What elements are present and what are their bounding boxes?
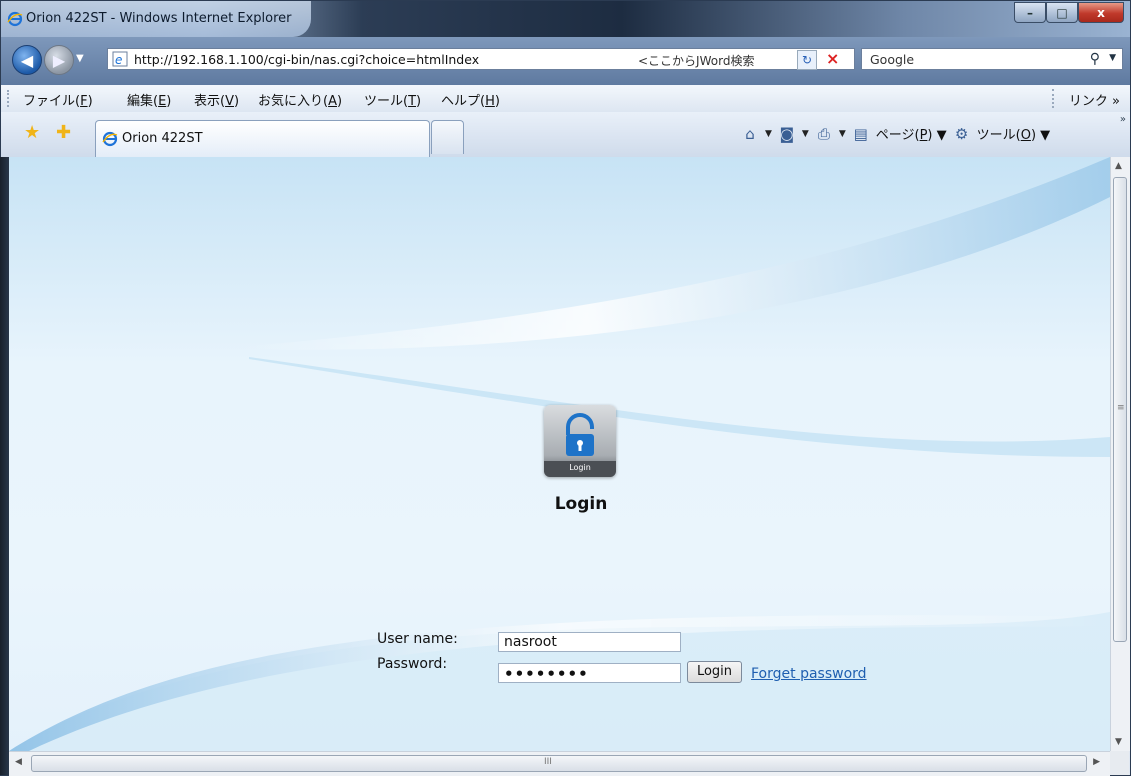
scroll-right-arrow-icon[interactable]: ▶ — [1093, 757, 1100, 767]
scroll-up-arrow-icon[interactable]: ▲ — [1115, 161, 1122, 171]
horizontal-scrollbar[interactable]: ◀ III ▶ — [9, 751, 1110, 776]
page-icon: e — [112, 51, 128, 67]
history-dropdown-icon[interactable]: ▼ — [76, 53, 84, 64]
tab-label: Orion 422ST — [122, 131, 203, 146]
window-title: Orion 422ST - Windows Internet Explorer — [26, 11, 292, 26]
menu-edit[interactable]: 編集(E) — [127, 90, 171, 109]
refresh-icon[interactable]: ↻ — [797, 50, 817, 70]
feeds-dropdown-icon[interactable]: ▼ — [802, 129, 809, 139]
links-button[interactable]: リンク » — [1069, 90, 1120, 109]
scroll-down-arrow-icon[interactable]: ▼ — [1115, 737, 1122, 747]
menu-bar: ファイル(F) 編集(E) 表示(V) お気に入り(A) ツール(T) ヘルプ(… — [1, 85, 1130, 113]
page-menu-icon[interactable]: ▤ — [852, 125, 870, 143]
jword-search-label[interactable]: <ここからJWord検索 — [638, 52, 754, 69]
menu-help[interactable]: ヘルプ(H) — [441, 90, 500, 109]
ie-icon — [102, 131, 118, 147]
window-left-edge — [0, 157, 9, 775]
username-field[interactable]: nasroot — [498, 632, 681, 652]
toolbar-grip[interactable] — [7, 90, 12, 107]
horizontal-scroll-thumb[interactable]: III — [31, 755, 1087, 772]
add-favorite-icon[interactable]: ✚ — [56, 122, 71, 143]
title-bar[interactable]: Orion 422ST - Windows Internet Explorer … — [1, 1, 1130, 37]
minimize-button[interactable]: – — [1014, 2, 1046, 23]
forget-password-link[interactable]: Forget password — [751, 666, 867, 682]
maximize-button[interactable]: □ — [1046, 2, 1078, 23]
menu-tools[interactable]: ツール(T) — [364, 90, 421, 109]
page-menu[interactable]: ページ(P) ▼ — [876, 124, 947, 143]
close-button[interactable]: x — [1078, 2, 1124, 23]
search-dropdown-icon[interactable]: ▼ — [1109, 53, 1116, 63]
scroll-left-arrow-icon[interactable]: ◀ — [15, 757, 22, 767]
menu-view[interactable]: 表示(V) — [194, 90, 239, 109]
vertical-thumb-grip: ≡ — [1117, 403, 1125, 413]
url-text[interactable]: http://192.168.1.100/cgi-bin/nas.cgi?cho… — [134, 52, 479, 67]
gear-icon[interactable]: ⚙ — [953, 125, 971, 143]
password-field[interactable]: •••••••• — [498, 663, 681, 683]
address-row: ◀ ▶ ▼ e http://192.168.1.100/cgi-bin/nas… — [1, 37, 1130, 85]
print-icon[interactable]: ⎙ — [815, 125, 833, 143]
new-tab-button[interactable] — [431, 120, 464, 154]
home-dropdown-icon[interactable]: ▼ — [765, 129, 772, 139]
tab-orion[interactable]: Orion 422ST — [95, 120, 430, 157]
vertical-scrollbar[interactable]: ▲ ≡ ▼ — [1110, 157, 1130, 751]
back-button[interactable]: ◀ — [12, 45, 42, 75]
favorites-center-icon[interactable]: ★ — [24, 122, 40, 143]
search-box[interactable]: Google ⚲ ▼ — [861, 48, 1123, 70]
login-heading: Login — [554, 494, 608, 514]
tab-bar: ★ ✚ Orion 422ST ⌂ ▼ ◙ ▼ ⎙ ▼ ▤ ページ(P) ▼ ⚙ ツー… — [1, 112, 1130, 158]
home-icon[interactable]: ⌂ — [741, 125, 759, 143]
stop-icon[interactable]: × — [826, 49, 839, 68]
lock-icon-caption: Login — [569, 463, 591, 472]
feeds-icon[interactable]: ◙ — [778, 125, 796, 143]
links-separator — [1052, 89, 1054, 108]
forward-button[interactable]: ▶ — [44, 45, 74, 75]
print-dropdown-icon[interactable]: ▼ — [839, 129, 846, 139]
vertical-scroll-thumb[interactable]: ≡ — [1113, 177, 1127, 642]
address-bar[interactable]: e http://192.168.1.100/cgi-bin/nas.cgi?c… — [107, 48, 855, 70]
toolbar-overflow-icon[interactable]: » — [1120, 114, 1126, 125]
login-button[interactable]: Login — [687, 661, 742, 683]
menu-favorites[interactable]: お気に入り(A) — [258, 90, 342, 109]
search-icon[interactable]: ⚲ — [1090, 51, 1100, 67]
ie-icon — [7, 11, 23, 27]
username-label: User name: — [377, 631, 458, 647]
svg-text:e: e — [115, 53, 122, 67]
tools-menu[interactable]: ツール(O) ▼ — [977, 124, 1051, 143]
scrollbar-corner — [1110, 751, 1129, 775]
window-controls: – □ x — [1014, 2, 1124, 23]
password-label: Password: — [377, 656, 448, 672]
command-bar: ⌂ ▼ ◙ ▼ ⎙ ▼ ▤ ページ(P) ▼ ⚙ ツール(O) ▼ — [741, 124, 1051, 144]
menu-file[interactable]: ファイル(F) — [23, 90, 93, 109]
page-content: Login Login User name: nasroot Password:… — [9, 157, 1110, 751]
horizontal-thumb-grip: III — [544, 757, 552, 767]
search-input[interactable]: Google — [870, 52, 914, 67]
